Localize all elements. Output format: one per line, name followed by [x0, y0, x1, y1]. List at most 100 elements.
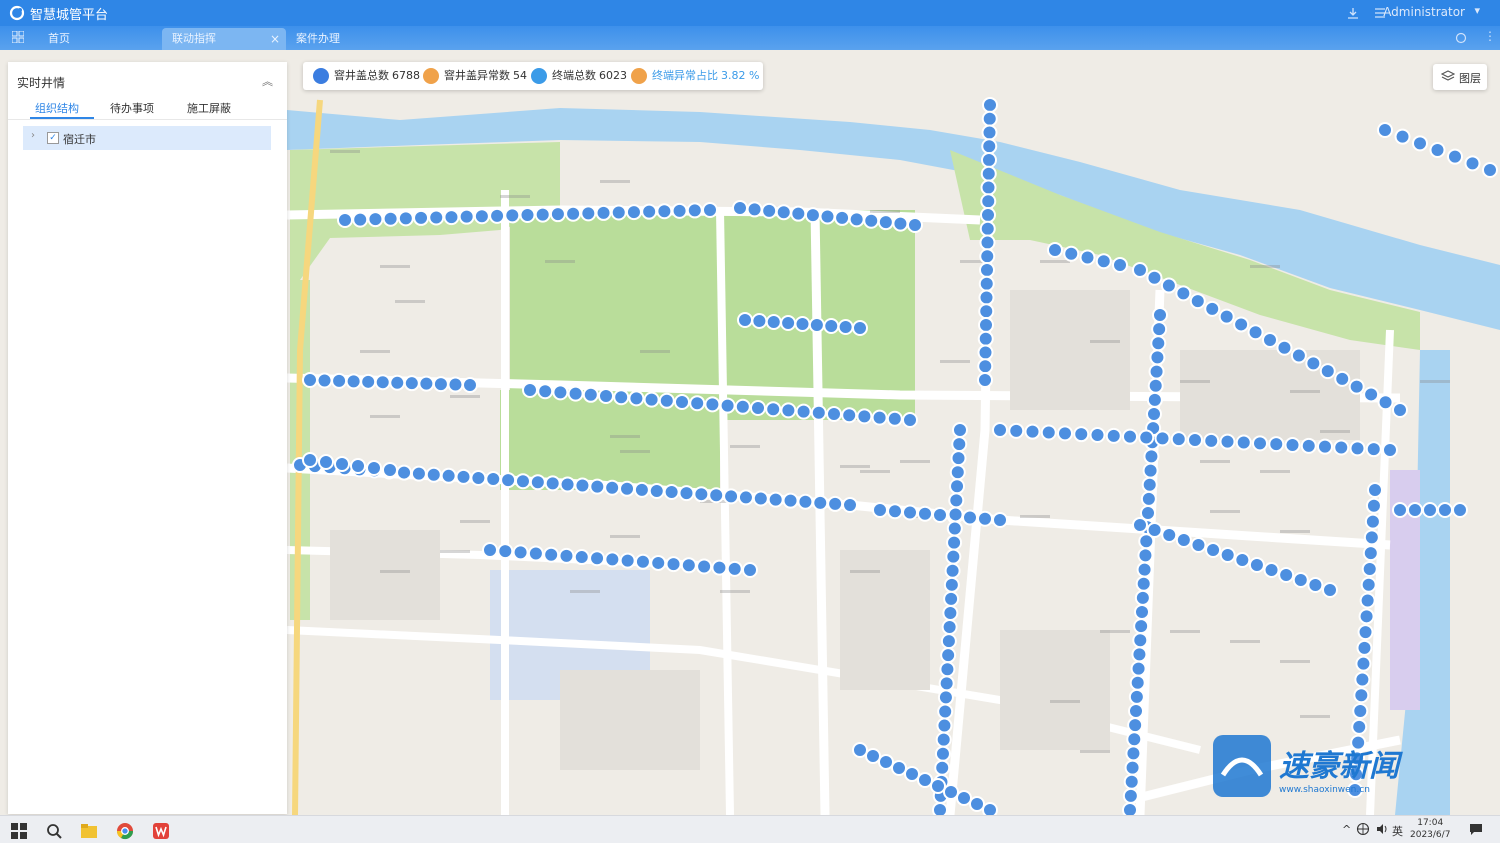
manhole-marker[interactable]	[871, 409, 888, 426]
manhole-marker[interactable]	[1354, 671, 1371, 688]
manhole-marker[interactable]	[462, 377, 478, 393]
ime-indicator[interactable]: 英	[1392, 823, 1403, 839]
manhole-marker[interactable]	[992, 512, 1008, 528]
tree-checkbox[interactable]: ✓	[47, 132, 59, 144]
manhole-marker[interactable]	[982, 802, 998, 815]
manhole-marker[interactable]	[797, 493, 814, 510]
manhole-marker[interactable]	[737, 489, 754, 506]
manhole-marker[interactable]	[650, 554, 667, 571]
manhole-marker[interactable]	[374, 374, 391, 391]
manhole-marker[interactable]	[522, 382, 538, 398]
manhole-marker[interactable]	[1136, 561, 1153, 578]
tray-caret-icon[interactable]: ^	[1342, 823, 1351, 836]
manhole-marker[interactable]	[485, 471, 502, 488]
manhole-marker[interactable]	[455, 468, 472, 485]
manhole-marker[interactable]	[1348, 378, 1365, 395]
manhole-marker[interactable]	[702, 202, 718, 218]
manhole-marker[interactable]	[746, 201, 763, 218]
collapse-icon[interactable]: ︽	[262, 73, 273, 89]
manhole-marker[interactable]	[1218, 308, 1235, 325]
manhole-marker[interactable]	[1132, 262, 1148, 278]
manhole-marker[interactable]	[1349, 440, 1366, 457]
manhole-marker[interactable]	[872, 502, 888, 518]
manhole-marker[interactable]	[337, 212, 353, 228]
manhole-marker[interactable]	[1365, 497, 1382, 514]
manhole-marker[interactable]	[856, 408, 873, 425]
download-icon[interactable]	[1346, 6, 1360, 20]
manhole-marker[interactable]	[1190, 537, 1207, 553]
manhole-marker[interactable]	[529, 474, 546, 491]
manhole-marker[interactable]	[1175, 285, 1192, 302]
manhole-marker[interactable]	[980, 207, 996, 223]
manhole-marker[interactable]	[497, 543, 514, 560]
manhole-marker[interactable]	[604, 551, 621, 568]
manhole-marker[interactable]	[750, 400, 766, 416]
manhole-marker[interactable]	[1152, 307, 1168, 323]
manhole-marker[interactable]	[360, 373, 377, 390]
manhole-marker[interactable]	[780, 315, 797, 331]
tab-home[interactable]: 首页	[38, 28, 158, 50]
manhole-marker[interactable]	[619, 552, 636, 569]
manhole-marker[interactable]	[512, 544, 529, 561]
manhole-marker[interactable]	[949, 464, 966, 481]
tab-construction-mask[interactable]: 施工屏蔽	[187, 100, 231, 116]
manhole-marker[interactable]	[917, 772, 933, 788]
manhole-marker[interactable]	[350, 458, 366, 474]
manhole-marker[interactable]	[737, 312, 753, 328]
manhole-marker[interactable]	[1204, 300, 1221, 317]
manhole-marker[interactable]	[1073, 426, 1090, 443]
manhole-marker[interactable]	[939, 661, 956, 678]
volume-icon[interactable]	[1375, 822, 1389, 836]
manhole-marker[interactable]	[1135, 575, 1152, 592]
manhole-marker[interactable]	[904, 766, 920, 782]
manhole-marker[interactable]	[1128, 688, 1145, 705]
manhole-marker[interactable]	[761, 202, 778, 219]
manhole-marker[interactable]	[841, 407, 858, 424]
manhole-marker[interactable]	[334, 456, 350, 472]
manhole-marker[interactable]	[1252, 435, 1268, 452]
manhole-marker[interactable]	[1150, 335, 1167, 352]
apps-grid-icon[interactable]	[12, 31, 24, 43]
manhole-marker[interactable]	[1063, 245, 1080, 262]
manhole-marker[interactable]	[1422, 502, 1438, 518]
manhole-marker[interactable]	[947, 506, 964, 523]
manhole-marker[interactable]	[977, 510, 993, 527]
manhole-marker[interactable]	[902, 412, 918, 428]
manhole-marker[interactable]	[1140, 490, 1157, 507]
manhole-marker[interactable]	[978, 289, 995, 306]
manhole-marker[interactable]	[837, 319, 854, 335]
manhole-marker[interactable]	[719, 397, 736, 414]
manhole-marker[interactable]	[956, 790, 972, 806]
manhole-marker[interactable]	[1126, 731, 1143, 748]
manhole-marker[interactable]	[804, 207, 821, 224]
manhole-marker[interactable]	[1247, 324, 1264, 341]
manhole-marker[interactable]	[979, 220, 996, 237]
manhole-marker[interactable]	[752, 490, 769, 507]
manhole-marker[interactable]	[318, 454, 334, 470]
manhole-marker[interactable]	[980, 193, 997, 210]
manhole-marker[interactable]	[1233, 316, 1250, 333]
manhole-marker[interactable]	[544, 475, 561, 492]
manhole-marker[interactable]	[977, 330, 994, 347]
manhole-marker[interactable]	[842, 497, 858, 513]
manhole-marker[interactable]	[1161, 527, 1178, 543]
manhole-marker[interactable]	[674, 394, 690, 410]
manhole-marker[interactable]	[403, 375, 420, 392]
manhole-marker[interactable]	[1147, 377, 1164, 394]
manhole-marker[interactable]	[979, 248, 996, 265]
manhole-marker[interactable]	[1292, 572, 1309, 588]
manhole-marker[interactable]	[1268, 436, 1285, 453]
manhole-marker[interactable]	[969, 796, 985, 812]
manhole-marker[interactable]	[658, 392, 675, 409]
manhole-marker[interactable]	[980, 179, 997, 196]
manhole-marker[interactable]	[656, 203, 673, 220]
manhole-marker[interactable]	[440, 467, 457, 484]
manhole-marker[interactable]	[726, 560, 743, 577]
manhole-marker[interactable]	[1124, 759, 1141, 776]
manhole-marker[interactable]	[948, 492, 965, 509]
manhole-marker[interactable]	[1149, 349, 1166, 366]
manhole-marker[interactable]	[834, 209, 851, 226]
manhole-marker[interactable]	[1219, 433, 1236, 450]
manhole-marker[interactable]	[1128, 703, 1144, 719]
tab-linkage-command[interactable]: 联动指挥 ×	[162, 28, 286, 50]
